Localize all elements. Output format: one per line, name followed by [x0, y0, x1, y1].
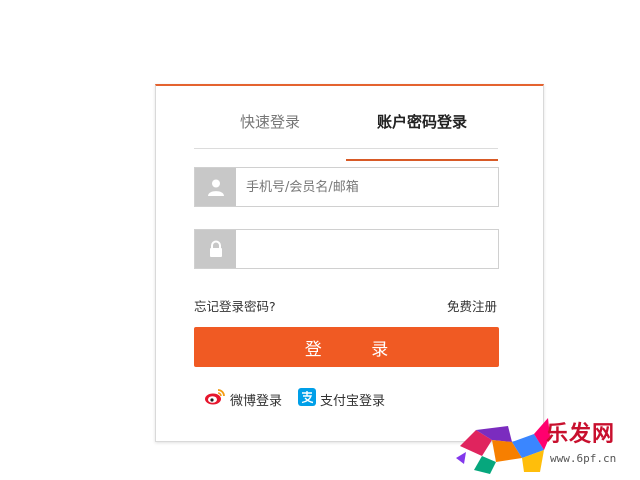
login-tabs: 快速登录 账户密码登录 — [194, 108, 498, 161]
watermark-brand: 乐发网 — [546, 421, 616, 447]
login-button[interactable]: 登 录 — [194, 327, 499, 367]
register-link[interactable]: 免费注册 — [447, 296, 497, 315]
username-field — [194, 167, 499, 207]
alipay-login[interactable]: 支付宝登录 — [298, 388, 385, 410]
form-links: 忘记登录密码? 免费注册 — [194, 296, 497, 315]
weibo-login-label: 微博登录 — [230, 393, 283, 409]
weibo-icon — [204, 388, 226, 410]
forgot-password-link[interactable]: 忘记登录密码? — [194, 296, 276, 315]
password-field — [194, 229, 499, 269]
login-card: 快速登录 账户密码登录 忘记登录密码? 免费注册 登 录 — [155, 84, 544, 442]
alipay-icon — [298, 388, 317, 410]
user-icon — [195, 168, 236, 206]
tab-account-password-login[interactable]: 账户密码登录 — [346, 108, 498, 161]
third-party-login: 微博登录 支付宝登录 — [204, 388, 385, 410]
password-input[interactable] — [236, 230, 498, 268]
lock-icon — [195, 230, 236, 268]
username-input[interactable] — [236, 168, 498, 206]
weibo-login[interactable]: 微博登录 — [204, 388, 282, 410]
alipay-login-label: 支付宝登录 — [320, 393, 386, 409]
tab-quick-login[interactable]: 快速登录 — [194, 108, 346, 148]
watermark-url: www.6pf.cn — [550, 452, 617, 465]
